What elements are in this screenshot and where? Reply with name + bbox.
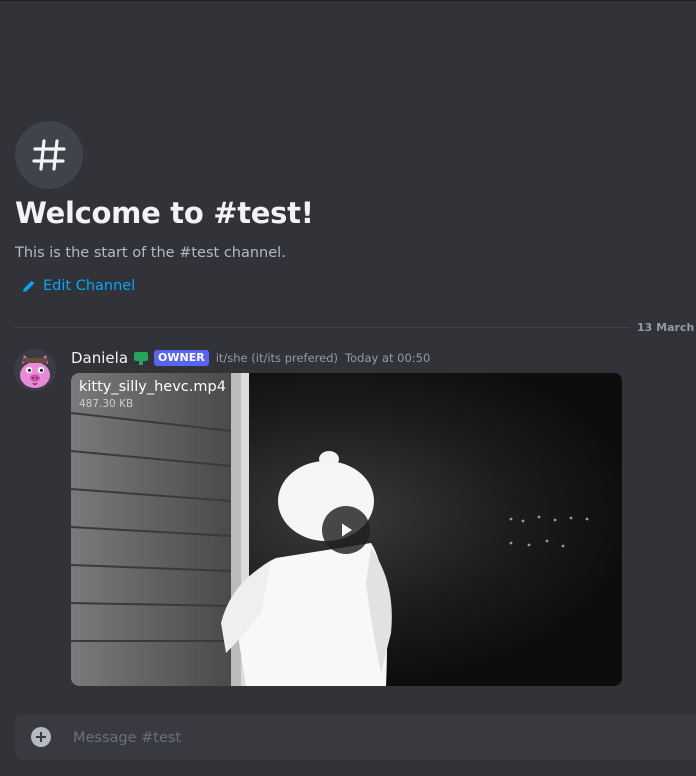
date-divider xyxy=(15,327,629,328)
divider-date: 13 March 20 xyxy=(637,321,696,334)
message-header: Daniela OWNER it/she (it/its prefered) T… xyxy=(71,349,430,367)
plus-circle-icon[interactable] xyxy=(31,727,51,747)
shield-icon xyxy=(133,351,149,366)
channel-start-text: This is the start of the #test channel. xyxy=(15,245,286,261)
avatar[interactable] xyxy=(14,349,56,391)
welcome-title: Welcome to #test! xyxy=(15,196,314,230)
chat-view: Welcome to #test! This is the start of t… xyxy=(0,0,696,776)
play-icon xyxy=(342,523,352,537)
play-button[interactable] xyxy=(322,506,370,554)
owner-badge: OWNER xyxy=(154,350,209,366)
attachment-file-name[interactable]: kitty_silly_hevc.mp4 xyxy=(79,379,226,395)
edit-channel-button[interactable]: Edit Channel xyxy=(22,278,135,294)
edit-channel-label: Edit Channel xyxy=(43,278,136,294)
message-timestamp[interactable]: Today at 00:50 xyxy=(345,351,430,365)
channel-icon xyxy=(15,121,83,189)
pronouns: it/she (it/its prefered) xyxy=(215,351,339,365)
top-border xyxy=(0,0,696,1)
pencil-icon xyxy=(23,280,35,292)
pig-avatar-icon xyxy=(14,349,56,391)
message-input[interactable] xyxy=(71,714,675,762)
message-composer xyxy=(15,714,696,762)
username[interactable]: Daniela xyxy=(71,349,128,367)
video-attachment[interactable]: kitty_silly_hevc.mp4 487.30 KB xyxy=(71,373,622,686)
attachment-file-size: 487.30 KB xyxy=(79,398,134,410)
hash-icon xyxy=(32,139,66,171)
